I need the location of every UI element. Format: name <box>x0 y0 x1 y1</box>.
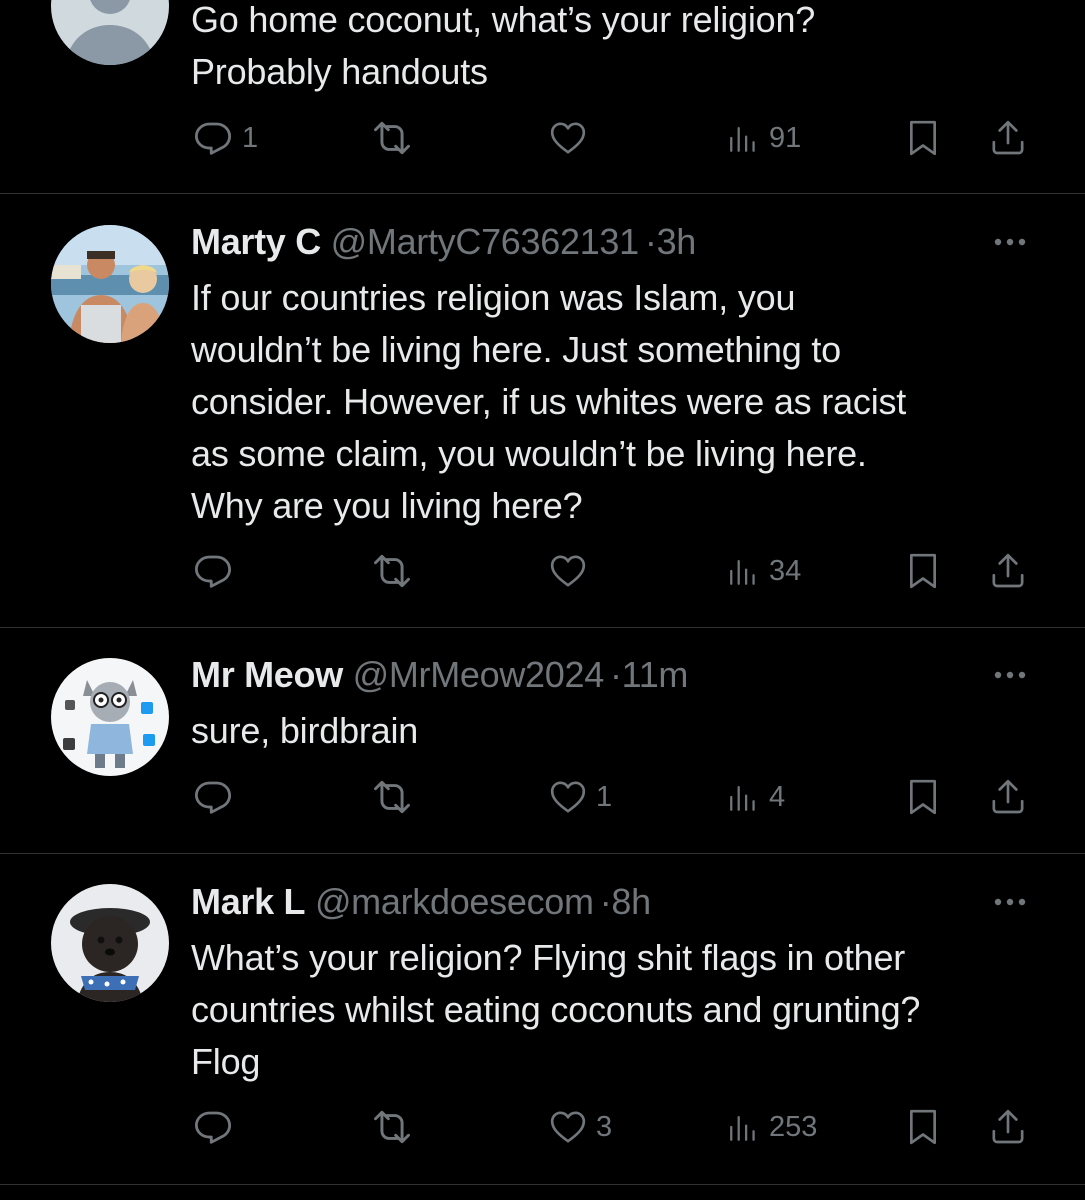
tweet-header: Mark L @markdoesecom ·8h <box>191 877 651 927</box>
bookmark-button[interactable] <box>903 547 943 595</box>
bookmark-button[interactable] <box>903 1103 943 1151</box>
tweet-text: If our countries religion was Islam, you… <box>191 277 907 526</box>
more-dots-icon <box>994 671 1026 679</box>
retweet-icon <box>370 116 414 160</box>
speech-bubble-icon <box>192 776 234 818</box>
display-name[interactable]: Mark L <box>191 881 306 922</box>
user-handle[interactable]: @markdoesecom <box>315 881 594 922</box>
action-bar: 34 <box>0 547 1085 595</box>
heart-icon <box>548 118 588 158</box>
action-bar: 3 253 <box>0 1103 1085 1151</box>
bookmark-icon <box>903 777 943 817</box>
timestamp[interactable]: 11m <box>622 654 689 695</box>
bookmark-icon <box>903 1107 943 1147</box>
dog-photo-avatar <box>51 884 169 1002</box>
like-count: 1 <box>596 781 613 813</box>
like-button[interactable]: 3 <box>548 1103 612 1151</box>
more-dots-icon <box>994 238 1026 246</box>
retweet-button[interactable] <box>370 547 414 595</box>
cartoon-cat-avatar <box>51 658 169 776</box>
tweet[interactable]: Marty C @MartyC76362131·3h If our countr… <box>0 194 1085 628</box>
share-button[interactable] <box>988 773 1028 821</box>
share-upload-icon <box>988 1107 1028 1147</box>
reply-button[interactable] <box>192 773 234 821</box>
share-button[interactable] <box>988 1103 1028 1151</box>
views-button[interactable]: 91 <box>727 114 801 162</box>
bookmark-icon <box>903 118 943 158</box>
view-count: 4 <box>769 781 786 813</box>
tweet-header: Marty C @MartyC76362131·3h <box>191 217 696 267</box>
user-photo-avatar <box>51 225 169 343</box>
like-button[interactable]: 1 <box>548 773 612 821</box>
bar-chart-icon <box>727 780 761 814</box>
avatar[interactable] <box>51 884 169 1002</box>
bar-chart-icon <box>727 554 761 588</box>
reply-button[interactable] <box>192 547 234 595</box>
avatar[interactable] <box>51 225 169 343</box>
view-count: 34 <box>769 555 802 587</box>
avatar[interactable] <box>51 658 169 776</box>
tweet[interactable]: Mark L @markdoesecom ·8h What’s your reli… <box>0 854 1085 1185</box>
more-dots-icon <box>994 898 1026 906</box>
heart-icon <box>548 1107 588 1147</box>
dot-separator: · <box>644 221 657 262</box>
timeline: Go home coconut, what’s your religion? P… <box>0 0 1085 1200</box>
share-upload-icon <box>988 777 1028 817</box>
bookmark-button[interactable] <box>903 114 943 162</box>
like-button[interactable] <box>548 547 588 595</box>
tweet-header: Mr Meow @MrMeow2024·11m <box>191 650 688 700</box>
share-button[interactable] <box>988 547 1028 595</box>
display-name[interactable]: Marty C <box>191 221 321 262</box>
more-button[interactable] <box>990 660 1030 690</box>
reply-button[interactable]: 1 <box>192 114 258 162</box>
dot-separator: · <box>609 654 622 695</box>
heart-icon <box>548 777 588 817</box>
retweet-button[interactable] <box>370 1103 414 1151</box>
bookmark-icon <box>903 551 943 591</box>
user-handle[interactable]: @MartyC76362131 <box>331 221 640 262</box>
views-button[interactable]: 253 <box>727 1103 817 1151</box>
retweet-button[interactable] <box>370 773 414 821</box>
retweet-button[interactable] <box>370 114 414 162</box>
avatar[interactable] <box>51 0 169 65</box>
dot-separator: · <box>599 881 612 922</box>
retweet-icon <box>370 1105 414 1149</box>
speech-bubble-icon <box>192 1106 234 1148</box>
bar-chart-icon <box>727 1110 761 1144</box>
action-bar: 1 4 <box>0 773 1085 821</box>
default-avatar-icon <box>51 0 169 65</box>
share-upload-icon <box>988 118 1028 158</box>
share-upload-icon <box>988 551 1028 591</box>
user-handle[interactable]: @MrMeow2024 <box>353 654 605 695</box>
more-button[interactable] <box>990 887 1030 917</box>
like-count: 3 <box>596 1111 613 1143</box>
retweet-icon <box>370 549 414 593</box>
tweet[interactable]: Go home coconut, what’s your religion? P… <box>0 0 1085 194</box>
tweet-text: Go home coconut, what’s your religion? P… <box>191 0 816 92</box>
view-count: 91 <box>769 122 802 154</box>
tweet[interactable]: Mr Meow @MrMeow2024·11m sure, birdbrain … <box>0 628 1085 854</box>
views-button[interactable]: 34 <box>727 547 801 595</box>
speech-bubble-icon <box>192 550 234 592</box>
more-button[interactable] <box>990 227 1030 257</box>
tweet-text: sure, birdbrain <box>191 710 419 751</box>
views-button[interactable]: 4 <box>727 773 785 821</box>
view-count: 253 <box>769 1111 818 1143</box>
bar-chart-icon <box>727 121 761 155</box>
retweet-icon <box>370 775 414 819</box>
timestamp[interactable]: 8h <box>611 881 651 922</box>
tweet-text: What’s your religion? Flying shit flags … <box>191 937 921 1082</box>
heart-icon <box>548 551 588 591</box>
speech-bubble-icon <box>192 117 234 159</box>
like-button[interactable] <box>548 114 588 162</box>
display-name[interactable]: Mr Meow <box>191 654 343 695</box>
timestamp[interactable]: 3h <box>657 221 697 262</box>
bookmark-button[interactable] <box>903 773 943 821</box>
reply-count: 1 <box>242 122 259 154</box>
share-button[interactable] <box>988 114 1028 162</box>
reply-button[interactable] <box>192 1103 234 1151</box>
action-bar: 1 91 <box>0 114 1085 162</box>
